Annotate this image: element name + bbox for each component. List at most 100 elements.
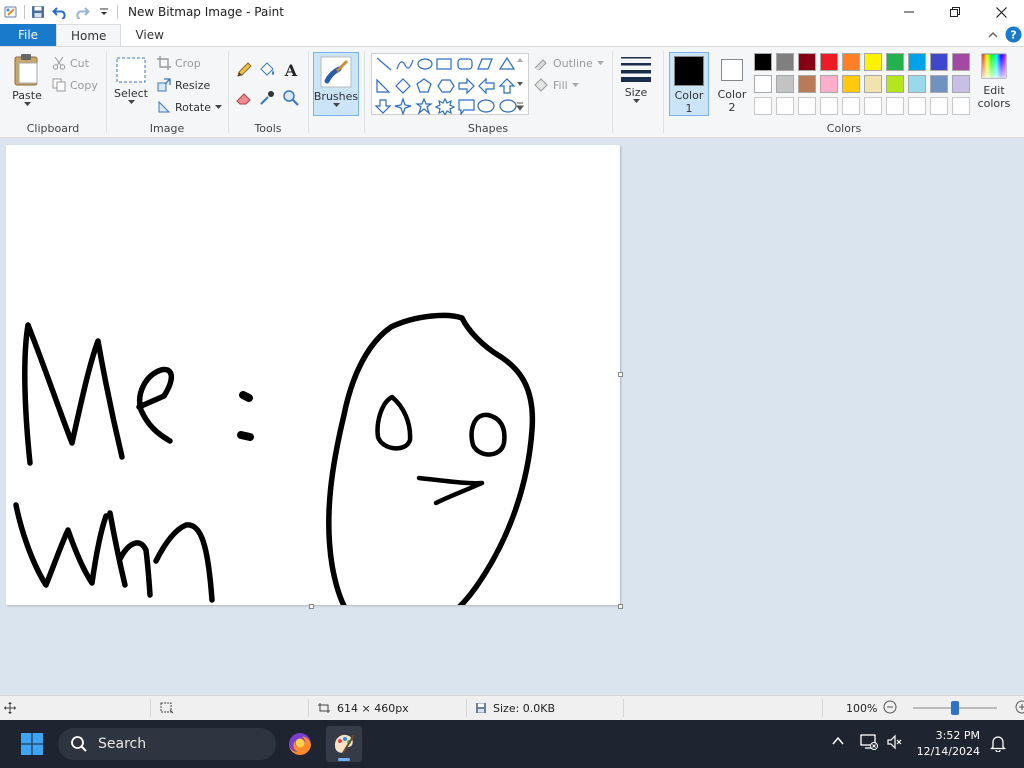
palette-swatch[interactable] [908,75,926,93]
resize-label: Resize [175,78,211,92]
volume-button[interactable] [886,734,902,753]
shapes-scroll[interactable] [515,55,525,113]
rotate-button[interactable]: Rotate [157,97,223,117]
cut-button[interactable]: Cut [52,53,89,73]
palette-swatch[interactable] [820,75,838,93]
pencil-icon[interactable] [235,61,253,82]
minimize-button[interactable] [886,0,932,24]
status-separator [466,699,467,717]
paste-button[interactable]: Paste [8,53,46,106]
custom-color-slot[interactable] [754,97,772,115]
custom-color-slot[interactable] [886,97,904,115]
palette-swatch[interactable] [952,53,970,71]
custom-color-slot[interactable] [842,97,860,115]
color-picker-icon[interactable] [258,89,276,110]
copy-button[interactable]: Copy [52,75,98,95]
show-hidden-icons-button[interactable] [831,734,845,751]
tab-home[interactable]: Home [56,24,122,46]
canvas-resize-handle-corner[interactable] [618,604,623,609]
palette-swatch[interactable] [842,75,860,93]
eraser-icon[interactable] [235,89,253,110]
zoom-out-icon [883,700,897,713]
brushes-button[interactable]: Brushes [313,52,359,116]
selection-rectangle-icon [116,57,146,83]
palette-swatch[interactable] [864,53,882,71]
crop-button[interactable]: Crop [157,53,201,73]
custom-color-slot[interactable] [864,97,882,115]
qa-separator [117,5,118,19]
zoom-in-icon [1015,700,1024,713]
clipboard-group: Paste Cut Copy Clipboard [0,47,106,137]
shapes-palette-icon[interactable] [374,55,524,115]
palette-swatch[interactable] [754,75,772,93]
magnifier-icon[interactable] [282,89,300,110]
taskbar-search[interactable]: Search [58,728,276,760]
zoom-slider-thumb[interactable] [951,701,960,715]
rainbow-palette-icon [981,53,1007,79]
custom-color-slot[interactable] [908,97,926,115]
taskbar-clock[interactable]: 3:52 PM 12/14/2024 [917,728,980,760]
palette-swatch[interactable] [886,53,904,71]
edit-colors-button[interactable]: Edit colors [974,53,1014,110]
zoom-in-button[interactable] [1015,700,1024,717]
canvas-dimensions-text: 614 × 460px [337,701,409,715]
palette-swatch[interactable] [798,75,816,93]
outline-button[interactable]: Outline [533,53,604,73]
color1-button[interactable]: Color 1 [669,52,709,116]
custom-color-slot[interactable] [820,97,838,115]
custom-color-slot[interactable] [930,97,948,115]
tab-view[interactable]: View [121,24,177,46]
customize-qa-dropdown-icon[interactable] [93,1,115,23]
color2-number: 2 [728,101,736,114]
canvas-resize-handle-bottom[interactable] [309,604,314,609]
select-button[interactable]: Select [113,55,149,104]
network-status-button[interactable] [860,734,878,753]
undo-icon[interactable] [49,1,71,23]
palette-swatch[interactable] [776,75,794,93]
start-button[interactable] [14,726,50,762]
palette-swatch[interactable] [820,53,838,71]
stroke-letter-m [22,322,125,466]
crop-icon [157,56,171,70]
custom-color-slot[interactable] [798,97,816,115]
chevron-down-icon [632,99,640,103]
file-menu-button[interactable]: File [0,24,56,46]
custom-color-slot[interactable] [952,97,970,115]
palette-swatch[interactable] [952,75,970,93]
chevron-down-icon [571,83,579,87]
paint-app-icon[interactable] [0,1,22,23]
palette-swatch[interactable] [864,75,882,93]
drawing-canvas[interactable] [6,145,620,640]
size-button[interactable]: Size [617,53,655,103]
paint-taskbar-button[interactable] [326,726,362,762]
redo-icon[interactable] [71,1,93,23]
brush-icon [320,56,352,88]
status-bar: 614 × 460px Size: 0.0KB 100% [0,695,1024,720]
firefox-taskbar-button[interactable] [282,726,318,762]
status-separator [623,699,624,717]
palette-swatch[interactable] [908,53,926,71]
save-icon[interactable] [27,1,49,23]
palette-swatch[interactable] [776,53,794,71]
palette-swatch[interactable] [842,53,860,71]
maximize-button[interactable] [932,0,978,24]
notifications-button[interactable] [989,735,1007,755]
color2-button[interactable]: Color 2 [714,52,750,116]
custom-color-slot[interactable] [776,97,794,115]
close-button[interactable] [978,0,1024,24]
text-tool-icon[interactable]: A [282,61,300,82]
zoom-slider[interactable] [913,701,998,715]
collapse-ribbon-icon[interactable] [987,29,999,44]
palette-swatch[interactable] [930,75,948,93]
zoom-out-button[interactable] [883,700,897,717]
resize-button[interactable]: Resize [157,75,210,95]
help-icon[interactable]: ? [1005,26,1022,46]
canvas-resize-handle-right[interactable] [618,372,623,377]
palette-swatch[interactable] [930,53,948,71]
fill-bucket-icon[interactable] [258,61,276,82]
palette-swatch[interactable] [798,53,816,71]
palette-swatch[interactable] [754,53,772,71]
ribbon-separator [308,51,309,133]
palette-swatch[interactable] [886,75,904,93]
fill-button[interactable]: Fill [533,75,579,95]
